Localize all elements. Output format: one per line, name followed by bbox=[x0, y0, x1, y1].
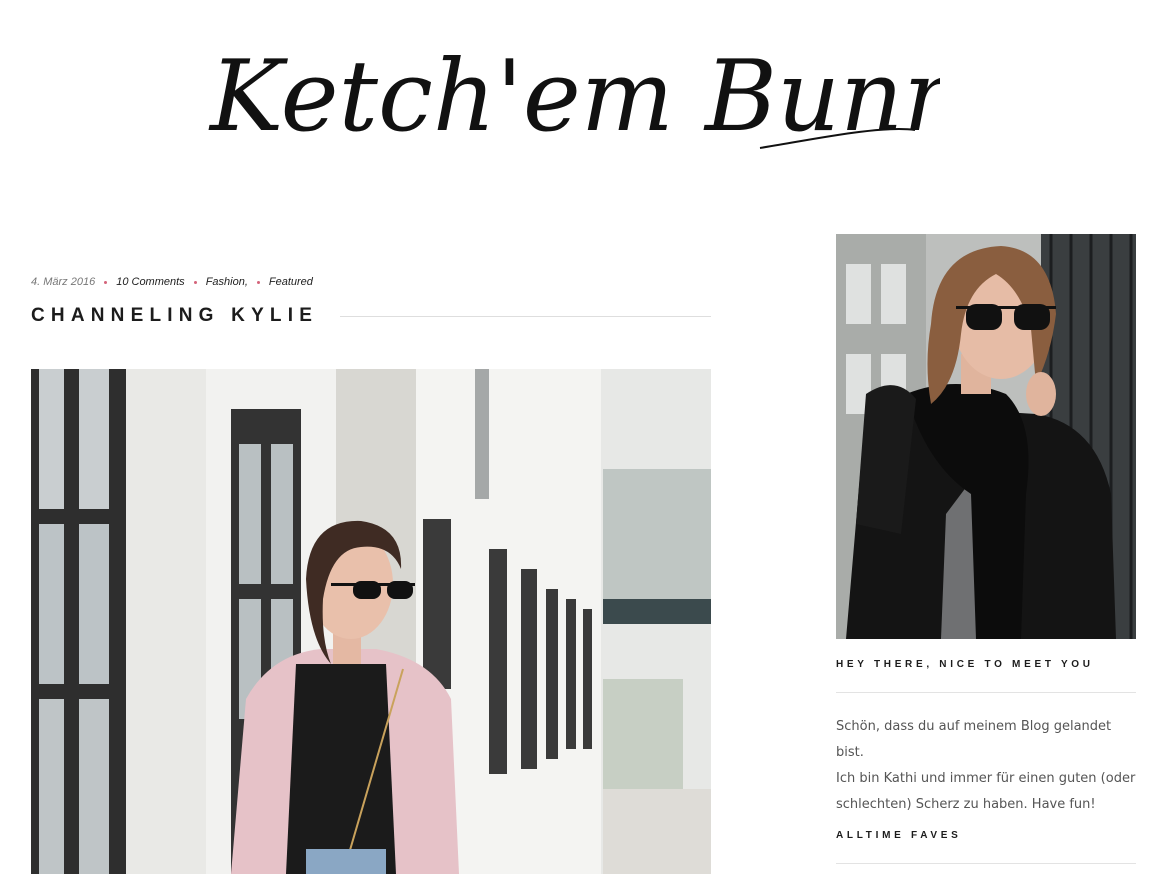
about-text-line: Schön, dass du auf meinem Blog gelandet … bbox=[836, 719, 1112, 760]
sidebar-profile-image bbox=[836, 234, 1136, 639]
faves-widget-divider bbox=[836, 863, 1136, 864]
meta-separator bbox=[193, 280, 197, 284]
post-title[interactable]: CHANNELING KYLIE bbox=[31, 305, 318, 327]
meta-separator bbox=[256, 280, 260, 284]
post-date: 4. März 2016 bbox=[31, 276, 96, 288]
meta-separator bbox=[104, 280, 108, 284]
about-widget-title: HEY THERE, NICE TO MEET YOU bbox=[836, 659, 1094, 670]
post-meta: 4. März 2016 10 Comments Fashion, Featur… bbox=[31, 276, 313, 288]
about-text-line: Ich bin Kathi und immer für einen guten … bbox=[836, 771, 1136, 786]
title-divider bbox=[340, 315, 711, 317]
about-text-line: schlechten) Scherz zu haben. Have fun! bbox=[836, 797, 1096, 812]
category-link-fashion[interactable]: Fashion, bbox=[206, 276, 248, 288]
about-widget-divider bbox=[836, 692, 1136, 693]
site-logo[interactable]: Ketch'em Bunnies bbox=[200, 30, 940, 180]
post-comments-link[interactable]: 10 Comments bbox=[116, 276, 184, 288]
post-photo-illustration bbox=[31, 369, 711, 874]
post-featured-image[interactable] bbox=[31, 369, 711, 874]
category-link-featured[interactable]: Featured bbox=[269, 276, 313, 288]
about-widget-text: Schön, dass du auf meinem Blog gelandet … bbox=[836, 714, 1141, 818]
faves-widget-title: ALLTIME FAVES bbox=[836, 830, 962, 841]
profile-photo-illustration bbox=[836, 234, 1136, 639]
post-title-row: CHANNELING KYLIE bbox=[31, 303, 711, 329]
